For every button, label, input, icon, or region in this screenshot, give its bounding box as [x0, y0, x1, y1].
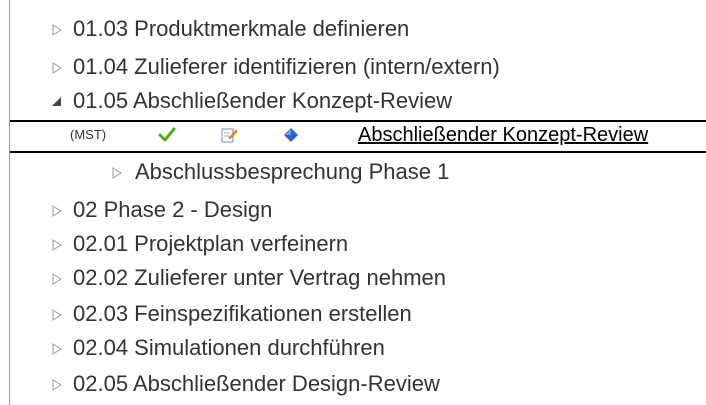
tree-row-label: 01.03 Produktmerkmale definieren — [73, 16, 410, 41]
tree-row-label: Abschlussbesprechung Phase 1 — [135, 159, 450, 184]
tree-row-label: 02.01 Projektplan verfeinern — [73, 231, 349, 256]
tree-row-label: 02.04 Simulationen durchführen — [73, 335, 385, 360]
task-type-label: (MST) — [70, 127, 107, 142]
tree-border — [9, 0, 10, 405]
task-tree: 01.03 Produktmerkmale definieren 01.04 Z… — [0, 0, 706, 405]
expand-arrow-icon[interactable] — [52, 239, 62, 251]
expand-arrow-icon[interactable] — [52, 24, 62, 36]
task-row-selected[interactable]: (MST) Abschließender Konzept-Review — [10, 120, 706, 153]
edit-icon[interactable] — [220, 126, 238, 144]
expand-arrow-icon[interactable] — [52, 62, 62, 74]
tree-row-label: 01.05 Abschließender Konzept-Review — [73, 88, 453, 113]
tree-row-label: 02.05 Abschließender Design-Review — [73, 371, 440, 396]
diamond-milestone-icon[interactable] — [282, 126, 300, 144]
task-name-link[interactable]: Abschließender Konzept-Review — [358, 124, 648, 147]
expand-arrow-icon[interactable] — [112, 167, 122, 179]
expand-arrow-icon[interactable] — [52, 309, 62, 321]
expand-arrow-icon[interactable] — [52, 379, 62, 391]
checkmark-icon[interactable] — [158, 126, 176, 144]
expand-arrow-icon[interactable] — [52, 343, 62, 355]
expand-arrow-icon[interactable] — [52, 205, 62, 217]
tree-row-label: 02.02 Zulieferer unter Vertrag nehmen — [73, 265, 447, 290]
collapse-arrow-icon[interactable] — [51, 96, 62, 107]
tree-row-label: 02 Phase 2 - Design — [73, 197, 273, 222]
expand-arrow-icon[interactable] — [52, 273, 62, 285]
tree-row-label: 02.03 Feinspezifikationen erstellen — [73, 301, 412, 326]
tree-row-label: 01.04 Zulieferer identifizieren (intern/… — [73, 54, 500, 79]
